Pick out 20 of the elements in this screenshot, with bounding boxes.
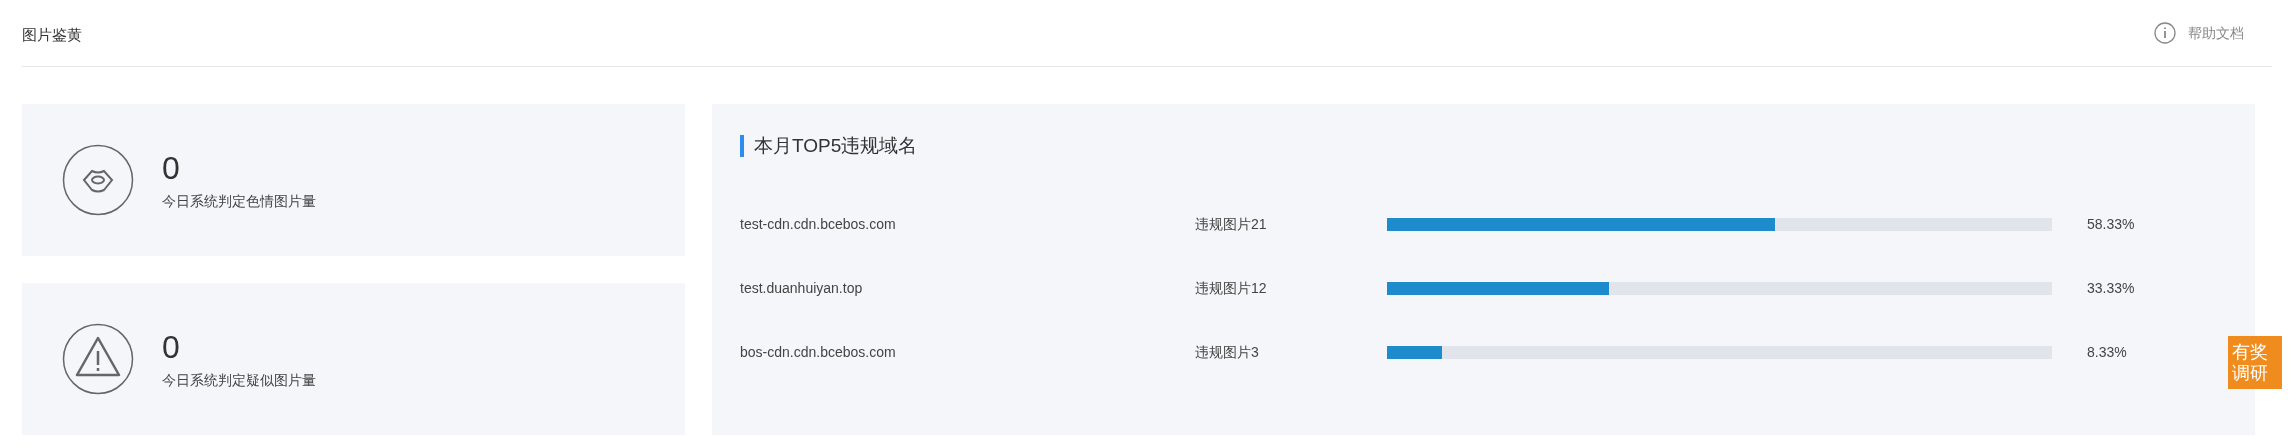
page-title: 图片鉴黄 [22,24,82,45]
lips-icon [62,144,134,216]
violation-count: 违规图片21 [1195,215,1268,234]
survey-badge[interactable]: 有奖调研 [2228,336,2282,389]
warning-icon [62,323,134,395]
stat-label: 今日系统判定疑似图片量 [162,370,316,390]
percent-value: 58.33% [2087,215,2135,234]
help-link[interactable]: 帮助文档 [2154,22,2244,44]
domain-name: test.duanhuiyan.top [740,279,864,298]
domain-name: test-cdn.cdn.bcebos.com [740,215,897,234]
percent-value: 33.33% [2087,279,2135,298]
info-icon [2154,22,2176,44]
stat-value: 0 [162,148,181,187]
domain-name: bos-cdn.cdn.bcebos.com [740,343,897,362]
stat-label: 今日系统判定色情图片量 [162,191,316,211]
violation-count: 违规图片3 [1195,343,1260,362]
violation-count: 违规图片12 [1195,279,1268,298]
percent-value: 8.33% [2087,343,2127,362]
panel-title: 本月TOP5违规域名 [754,134,918,158]
stat-value: 0 [162,327,181,366]
